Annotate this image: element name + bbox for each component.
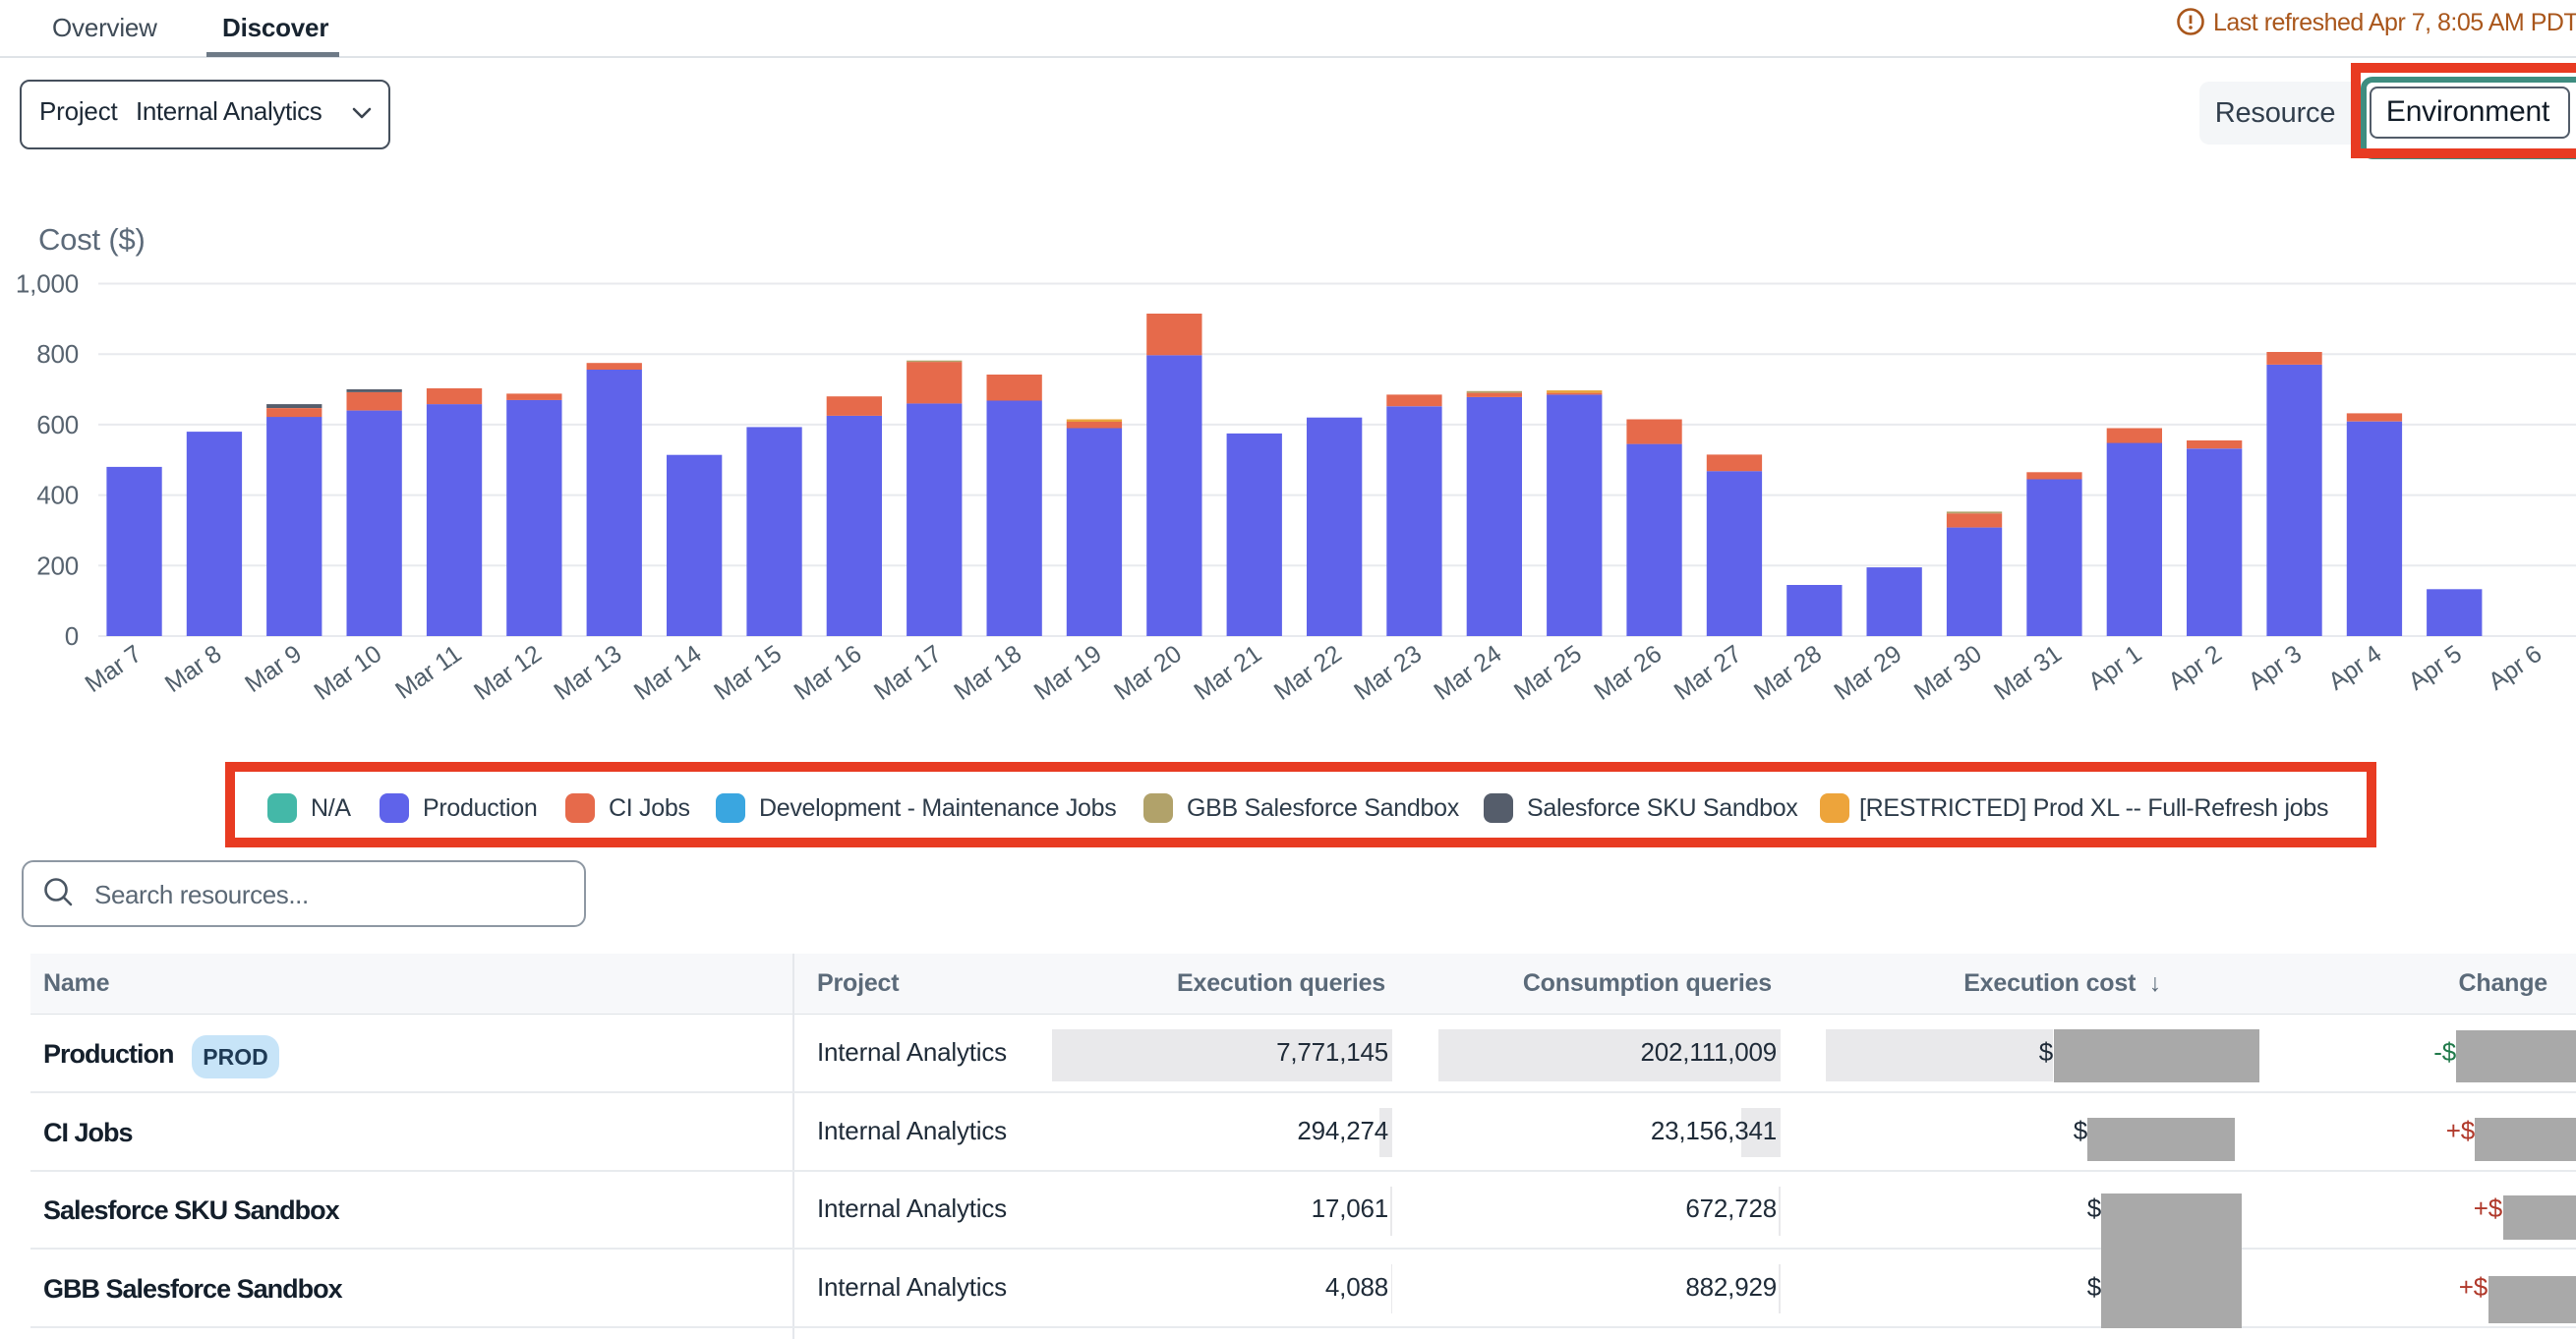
svg-text:Apr 5: Apr 5 — [2404, 640, 2467, 696]
svg-text:0: 0 — [65, 621, 79, 651]
svg-text:400: 400 — [36, 481, 79, 510]
svg-text:Mar 24: Mar 24 — [1429, 640, 1506, 706]
svg-text:Mar 21: Mar 21 — [1189, 640, 1266, 706]
svg-text:1,000: 1,000 — [16, 269, 79, 299]
svg-text:Mar 31: Mar 31 — [1989, 640, 2067, 706]
svg-text:Mar 27: Mar 27 — [1669, 640, 1747, 706]
svg-text:Mar 28: Mar 28 — [1749, 640, 1827, 706]
svg-text:200: 200 — [36, 551, 79, 580]
svg-text:Apr 1: Apr 1 — [2083, 640, 2146, 696]
svg-text:Mar 25: Mar 25 — [1509, 640, 1587, 706]
svg-text:Mar 26: Mar 26 — [1589, 640, 1667, 706]
svg-text:Mar 29: Mar 29 — [1829, 640, 1906, 706]
svg-text:Mar 18: Mar 18 — [949, 640, 1026, 706]
svg-text:Mar 16: Mar 16 — [790, 640, 867, 706]
svg-text:Mar 30: Mar 30 — [1909, 640, 1987, 706]
svg-text:Mar 15: Mar 15 — [709, 640, 787, 706]
svg-text:Mar 14: Mar 14 — [629, 640, 707, 706]
svg-text:600: 600 — [36, 410, 79, 439]
svg-text:Mar 12: Mar 12 — [469, 640, 547, 706]
svg-text:Mar 22: Mar 22 — [1269, 640, 1347, 706]
svg-text:Mar 13: Mar 13 — [549, 640, 626, 706]
svg-text:Mar 19: Mar 19 — [1029, 640, 1107, 706]
svg-text:Mar 20: Mar 20 — [1109, 640, 1187, 706]
svg-text:Mar 7: Mar 7 — [80, 640, 146, 698]
svg-text:Apr 6: Apr 6 — [2484, 640, 2547, 696]
svg-text:Apr 3: Apr 3 — [2244, 640, 2307, 696]
svg-text:Mar 10: Mar 10 — [309, 640, 386, 706]
svg-text:Mar 8: Mar 8 — [160, 640, 227, 698]
svg-text:Mar 11: Mar 11 — [390, 640, 466, 705]
svg-text:Apr 2: Apr 2 — [2163, 640, 2226, 696]
svg-text:Mar 9: Mar 9 — [240, 640, 307, 698]
svg-text:Mar 23: Mar 23 — [1349, 640, 1427, 706]
svg-text:Apr 4: Apr 4 — [2323, 640, 2386, 696]
svg-text:Mar 17: Mar 17 — [869, 640, 947, 706]
svg-text:800: 800 — [36, 339, 79, 369]
